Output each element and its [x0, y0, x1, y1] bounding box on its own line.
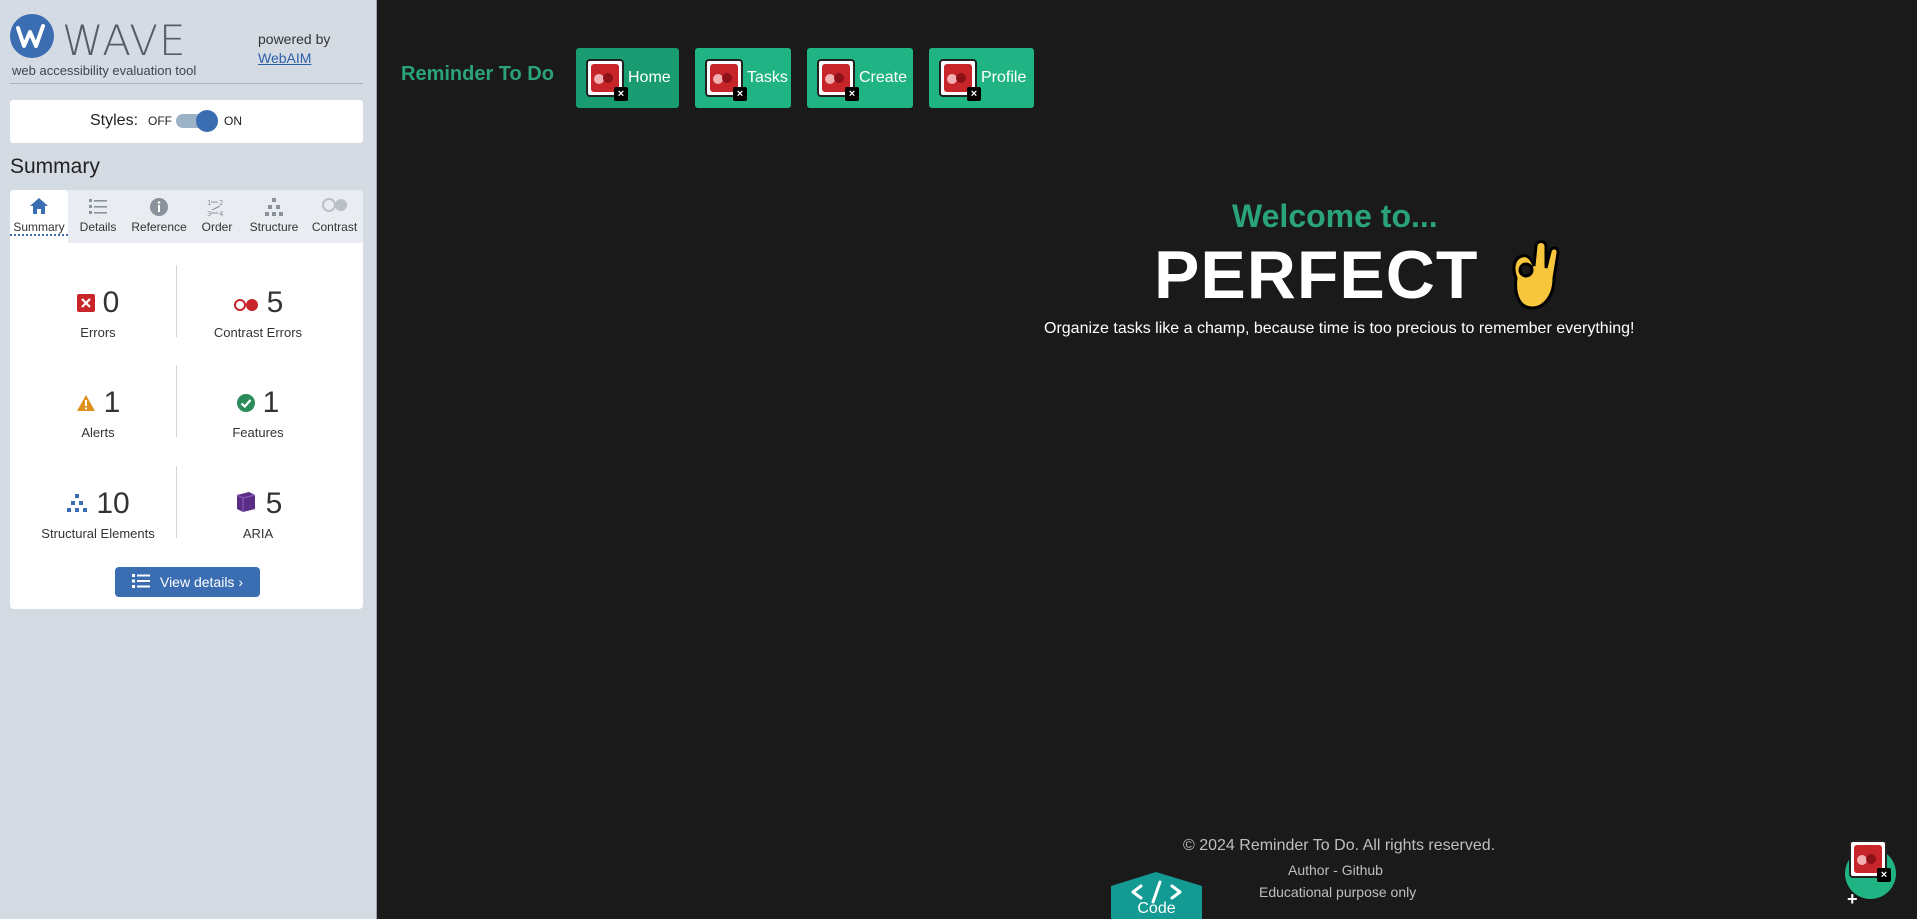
wave-header: WAVE web accessibility evaluation tool p…: [10, 12, 363, 84]
wave-logo-icon: [10, 14, 54, 58]
svg-text:1: 1: [207, 199, 211, 207]
features-count: 1: [262, 386, 280, 419]
order-icon: 1234: [194, 190, 240, 220]
headline: PERFECT: [1154, 236, 1562, 314]
nav-home[interactable]: × Home: [576, 48, 679, 108]
error-icon: [76, 286, 95, 320]
welcome-heading: Welcome to...: [1232, 198, 1438, 234]
nav-home-label: Home: [628, 69, 671, 86]
structural-icon: [66, 487, 88, 521]
summary-title: Summary: [10, 155, 100, 178]
tab-details-label: Details: [79, 220, 117, 234]
styles-off-label: OFF: [148, 114, 172, 128]
wave-tagline: web accessibility evaluation tool: [12, 63, 197, 78]
wave-error-badge-icon: ×: [1849, 840, 1891, 882]
footer-copyright: © 2024 Reminder To Do. All rights reserv…: [1183, 837, 1496, 854]
features-label: Features: [232, 425, 284, 440]
tab-details[interactable]: Details: [72, 190, 124, 243]
nav-create[interactable]: × Create: [807, 48, 913, 108]
stat-aria[interactable]: 5 ARIA: [178, 487, 338, 541]
tab-contrast-label: Contrast: [311, 220, 358, 234]
contrast-icon: [306, 190, 363, 220]
code-label: Code: [1137, 900, 1176, 917]
wave-tabs: Summary Details Reference 1234 Order Str…: [10, 190, 363, 243]
aria-count: 5: [265, 487, 283, 520]
wave-error-badge-icon: ×: [705, 59, 747, 101]
stat-alerts[interactable]: 1 Alerts: [18, 386, 178, 440]
tab-summary[interactable]: Summary: [10, 190, 68, 243]
app-brand[interactable]: Reminder To Do: [401, 63, 554, 86]
errors-label: Errors: [80, 325, 116, 340]
tagline: Organize tasks like a champ, because tim…: [1044, 320, 1635, 337]
alerts-count: 1: [103, 386, 121, 419]
wave-error-badge-icon: ×: [817, 59, 859, 101]
styles-toggle-knob[interactable]: [196, 110, 218, 132]
tab-structure[interactable]: Structure: [244, 190, 304, 243]
nav-profile-label: Profile: [981, 69, 1027, 86]
wave-error-badge-icon: ×: [586, 59, 628, 101]
svg-text:3: 3: [207, 210, 211, 218]
powered-by: powered by WebAIM: [258, 30, 330, 68]
view-details-button[interactable]: View details ›: [115, 567, 260, 597]
stat-contrast-errors[interactable]: 5 Contrast Errors: [178, 286, 338, 340]
info-icon: [128, 190, 190, 220]
feature-icon: [236, 386, 255, 420]
aria-icon: [234, 487, 258, 521]
tab-order[interactable]: 1234 Order: [194, 190, 240, 243]
summary-panel: 0 Errors 5 Contrast Errors 1 Alerts 1 Fe…: [10, 243, 363, 609]
footer-edu: Educational purpose only: [1259, 884, 1417, 900]
list-icon: [72, 190, 124, 220]
footer-author-prefix: Author -: [1288, 862, 1342, 878]
wave-logo-text: WAVE: [62, 16, 187, 65]
structural-count: 10: [96, 487, 130, 520]
list-icon: [131, 573, 150, 591]
powered-by-label: powered by: [258, 31, 331, 47]
wave-sidebar: WAVE web accessibility evaluation tool p…: [0, 0, 377, 919]
structure-icon: [244, 190, 304, 220]
nav-tasks[interactable]: × Tasks: [695, 48, 791, 108]
tab-reference[interactable]: Reference: [128, 190, 190, 243]
code-button[interactable]: Code: [1111, 872, 1202, 919]
nav-profile[interactable]: × Profile: [929, 48, 1034, 108]
errors-count: 0: [102, 286, 120, 319]
svg-text:4: 4: [219, 210, 224, 218]
tab-structure-label: Structure: [249, 220, 299, 234]
styles-label: Styles:: [90, 112, 139, 129]
view-details-label: View details ›: [159, 574, 243, 590]
ok-hand-icon: [1504, 238, 1562, 312]
wave-error-badge-icon: ×: [939, 59, 981, 101]
footer-author: Author - Github: [1288, 862, 1383, 878]
contrast-errors-label: Contrast Errors: [213, 325, 303, 340]
plus-icon: +: [1847, 889, 1858, 909]
structural-label: Structural Elements: [41, 526, 155, 541]
alerts-label: Alerts: [81, 425, 115, 440]
nav-create-label: Create: [859, 69, 908, 86]
aria-label: ARIA: [242, 526, 274, 541]
stat-errors[interactable]: 0 Errors: [18, 286, 178, 340]
webaim-link[interactable]: WebAIM: [258, 49, 330, 68]
contrast-errors-count: 5: [266, 286, 284, 319]
stat-structural[interactable]: 10 Structural Elements: [18, 487, 178, 541]
alert-icon: [76, 386, 96, 420]
styles-toggle-box: Styles: OFF ON: [10, 100, 363, 143]
headline-text: PERFECT: [1154, 237, 1479, 313]
tab-order-label: Order: [201, 220, 233, 234]
tab-reference-label: Reference: [131, 220, 187, 234]
tab-contrast[interactable]: Contrast: [306, 190, 363, 243]
styles-on-label: ON: [224, 114, 242, 128]
github-link[interactable]: Github: [1342, 862, 1383, 878]
nav-tasks-label: Tasks: [747, 69, 788, 86]
home-icon: [10, 190, 68, 220]
contrast-error-icon: [233, 286, 259, 320]
stat-features[interactable]: 1 Features: [178, 386, 338, 440]
tab-summary-label: Summary: [10, 220, 68, 236]
